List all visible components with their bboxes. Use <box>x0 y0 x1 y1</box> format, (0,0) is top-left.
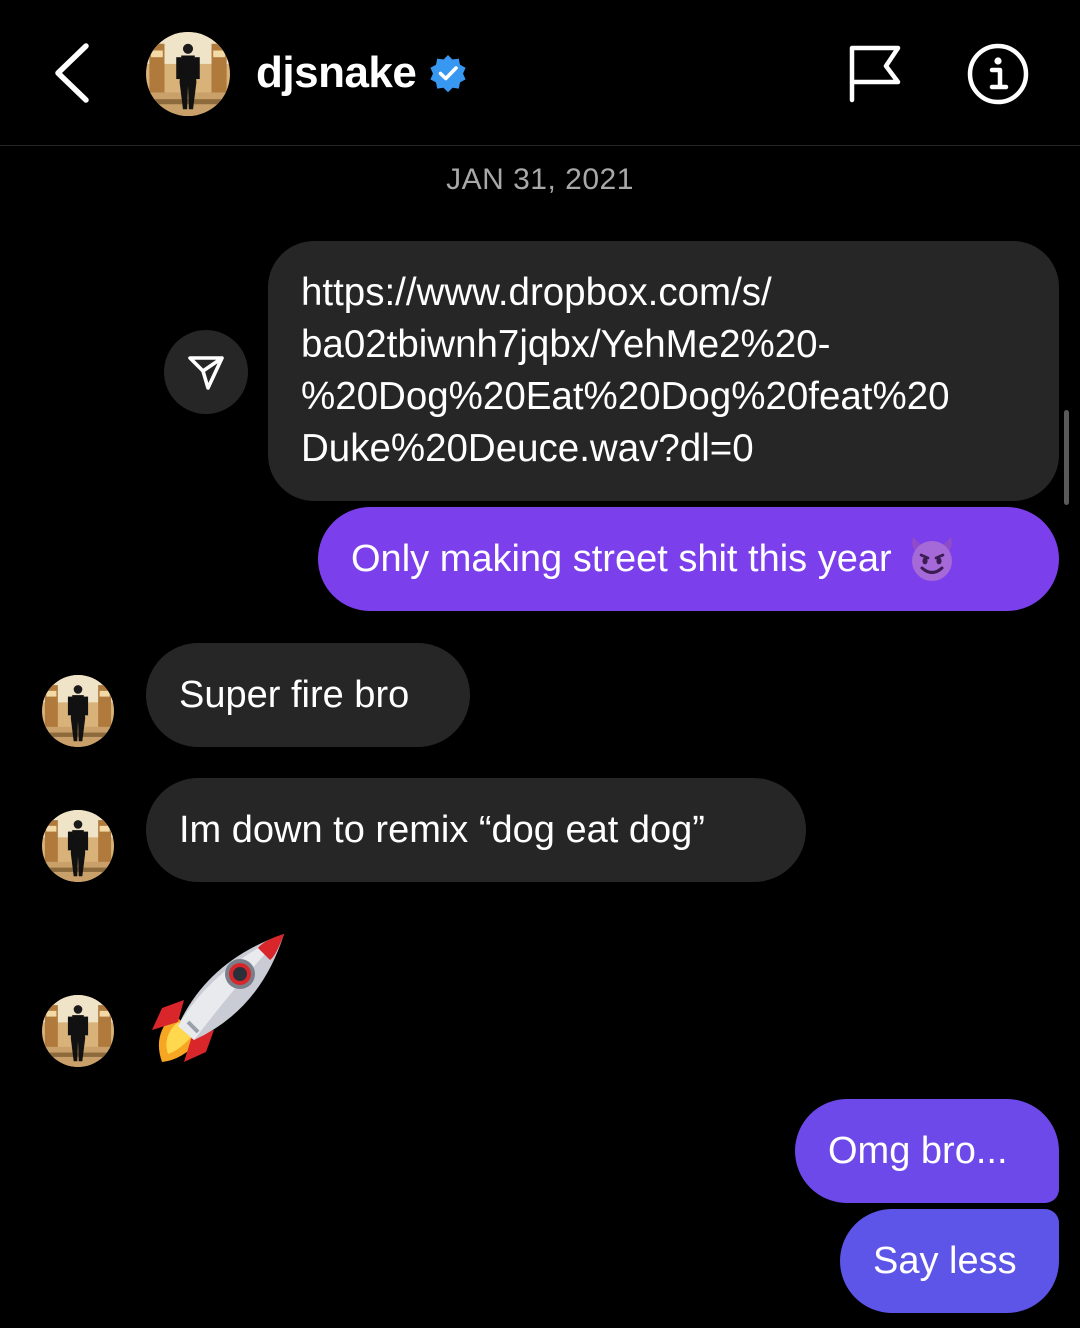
share-button[interactable] <box>164 330 248 414</box>
flag-icon[interactable] <box>846 42 904 104</box>
link-line: ba02tbiwnh7jqbx/YehMe2%20- <box>301 323 831 366</box>
message-text: Only making street shit this year <box>351 538 892 580</box>
header-avatar[interactable] <box>146 32 230 116</box>
message-text: Super fire bro <box>179 674 410 716</box>
send-icon <box>188 356 224 390</box>
verified-badge-icon <box>430 55 466 93</box>
incoming-message[interactable]: Super fire bro <box>146 643 470 747</box>
outgoing-link-message[interactable]: https://www.dropbox.com/s/ ba02tbiwnh7jq… <box>268 241 1059 501</box>
sender-avatar[interactable] <box>42 995 114 1067</box>
sender-avatar[interactable] <box>42 675 114 747</box>
outgoing-message[interactable]: Only making street shit this year <box>318 507 1059 611</box>
date-divider: JAN 31, 2021 <box>446 163 634 196</box>
back-chevron-icon[interactable] <box>48 40 98 106</box>
message-text: Im down to remix “dog eat dog” <box>179 809 705 851</box>
info-icon[interactable] <box>966 42 1030 106</box>
outgoing-message[interactable]: Say less <box>840 1209 1059 1313</box>
username-title[interactable]: djsnake <box>256 48 417 98</box>
link-line: Duke%20Deuce.wav?dl=0 <box>301 427 754 470</box>
link-line: %20Dog%20Eat%20Dog%20feat%20 <box>301 375 950 418</box>
rocket-emoji-icon[interactable] <box>148 930 288 1066</box>
message-text: Say less <box>873 1240 1017 1282</box>
outgoing-message[interactable]: Omg bro... <box>795 1099 1059 1203</box>
scrollbar[interactable] <box>1064 410 1069 505</box>
sender-avatar[interactable] <box>42 810 114 882</box>
message-text: Omg bro... <box>828 1130 1008 1172</box>
incoming-message[interactable]: Im down to remix “dog eat dog” <box>146 778 806 882</box>
header-title-group[interactable]: djsnake <box>256 48 468 98</box>
chat-header: djsnake <box>0 0 1080 146</box>
link-line: https://www.dropbox.com/s/ <box>301 271 772 314</box>
smiling-devil-emoji-icon <box>911 536 952 581</box>
